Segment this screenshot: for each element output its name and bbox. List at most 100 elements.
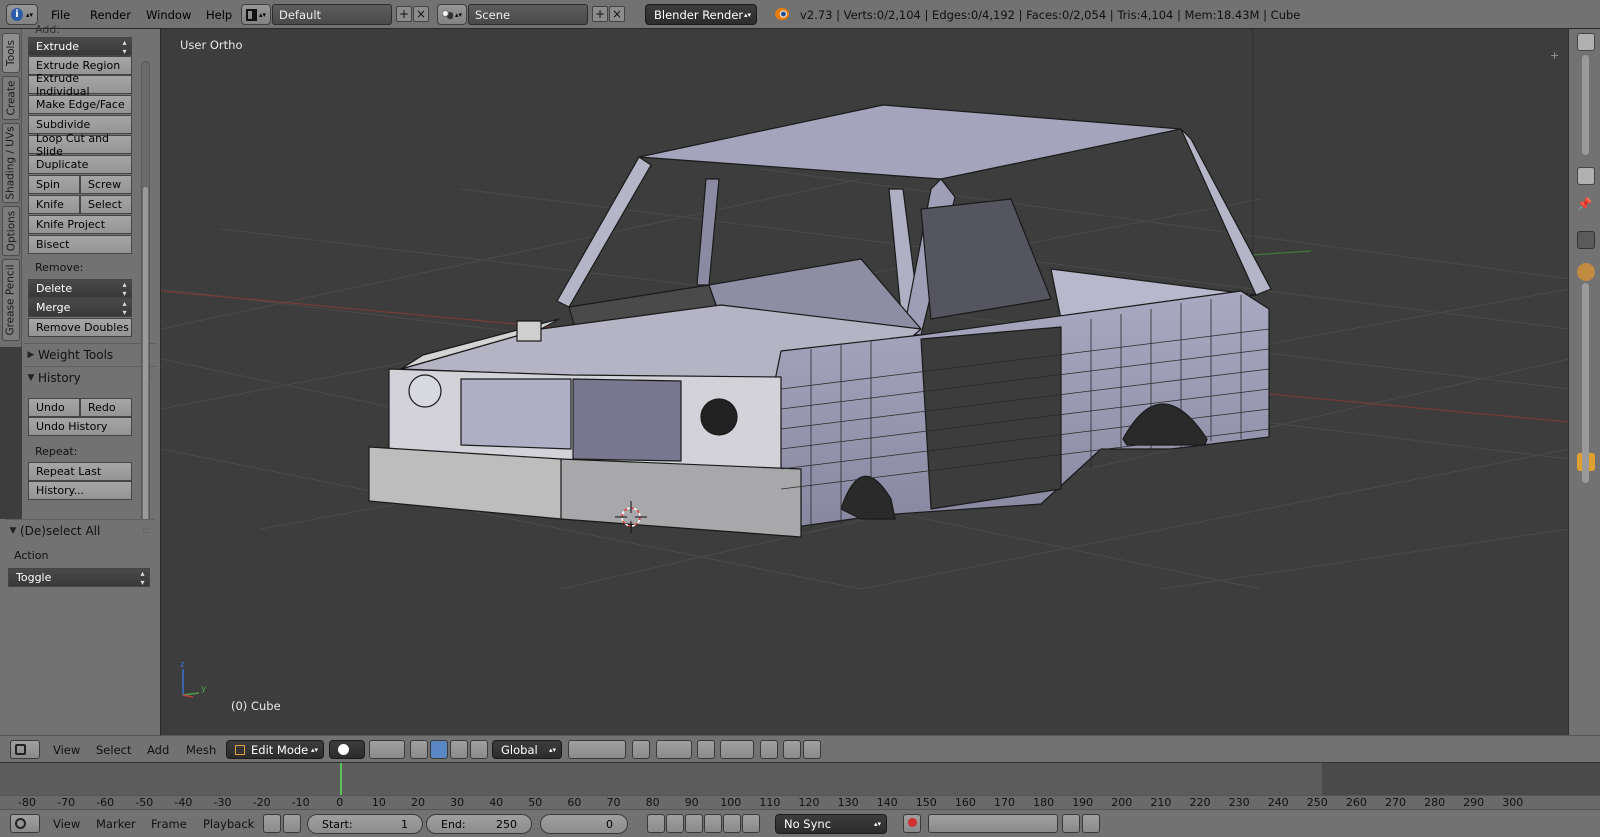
tab-tools[interactable]: Tools (2, 33, 20, 73)
proportional-edit-select[interactable] (656, 740, 692, 759)
remove-doubles-button[interactable]: Remove Doubles (28, 318, 132, 337)
spin-button[interactable]: Spin (28, 175, 80, 194)
snap-toggle-icon[interactable] (697, 740, 715, 759)
play-icon[interactable] (704, 814, 722, 833)
knife-project-button[interactable]: Knife Project (28, 215, 132, 234)
timeline-tick-label: 210 (1150, 796, 1172, 809)
properties-scrollbar-lower[interactable] (1582, 283, 1589, 483)
extrude-menu[interactable]: Extrude (28, 37, 132, 56)
knife-select-button[interactable]: Select (80, 195, 132, 214)
repeat-last-button[interactable]: Repeat Last (28, 462, 132, 481)
editor-type-button[interactable]: i ▴▾ (6, 4, 38, 25)
screw-button[interactable]: Screw (80, 175, 132, 194)
properties-scrollbar[interactable] (1582, 55, 1589, 155)
menu-select[interactable]: Select (96, 736, 131, 764)
menu-view[interactable]: View (53, 810, 80, 837)
sync-select[interactable]: No Sync ▴▾ (775, 814, 887, 834)
record-icon[interactable] (903, 814, 921, 833)
action-select[interactable]: Toggle (8, 568, 150, 587)
render-engine-select[interactable]: Blender Render ▴▾ (645, 4, 757, 25)
jump-next-keyframe-icon[interactable] (723, 814, 741, 833)
end-frame-field[interactable]: End: 250 (426, 814, 532, 834)
menu-marker[interactable]: Marker (96, 810, 136, 837)
redo-button[interactable]: Redo (80, 398, 132, 417)
knife-button[interactable]: Knife (28, 195, 80, 214)
render-image-icon[interactable] (783, 740, 801, 759)
transform-orientation-select[interactable]: Global ▴▾ (492, 740, 562, 759)
properties-editor-icon[interactable] (1577, 167, 1595, 185)
menu-window[interactable]: Window (146, 0, 191, 29)
tab-grease-pencil[interactable]: Grease Pencil (2, 259, 20, 341)
menu-frame[interactable]: Frame (151, 810, 187, 837)
3d-viewport[interactable]: z y User Ortho (0) Cube + (160, 29, 1568, 735)
render-animation-icon[interactable] (803, 740, 821, 759)
menu-add[interactable]: Add (147, 736, 169, 764)
add-layout-icon[interactable]: + (396, 6, 412, 22)
expand-properties-icon[interactable]: + (1550, 50, 1560, 61)
occlude-geometry-icon[interactable] (632, 740, 650, 759)
info-icon: i (11, 8, 23, 21)
duplicate-button[interactable]: Duplicate (28, 155, 132, 174)
weight-tools-panel-header[interactable]: ▶ Weight Tools (24, 343, 156, 365)
history-panel-header[interactable]: ▼ History :::: (24, 366, 156, 388)
tab-shading-uvs[interactable]: Shading / UVs (2, 123, 20, 203)
select-mode-buttons[interactable] (568, 740, 626, 759)
delete-menu[interactable]: Delete (28, 279, 132, 298)
make-edge-face-button[interactable]: Make Edge/Face (28, 95, 132, 114)
viewport-shading-select[interactable] (329, 740, 365, 759)
menu-mesh[interactable]: Mesh (186, 736, 216, 764)
scale-manipulator-icon[interactable] (470, 740, 488, 759)
undo-history-button[interactable]: Undo History (28, 417, 132, 436)
deselect-all-panel-header[interactable]: ▼ (De)select All :::: (6, 519, 154, 541)
menu-render[interactable]: Render (90, 0, 131, 29)
jump-end-icon[interactable] (742, 814, 760, 833)
menu-help[interactable]: Help (206, 0, 232, 29)
jump-start-icon[interactable] (647, 814, 665, 833)
translate-manipulator-icon[interactable] (430, 740, 448, 759)
menu-playback[interactable]: Playback (203, 810, 254, 837)
tab-create[interactable]: Create (2, 76, 20, 120)
current-frame-field[interactable]: 0 (540, 814, 628, 834)
close-layout-icon[interactable]: × (413, 6, 429, 22)
scene-button[interactable]: ▴▾ (437, 4, 467, 25)
timeline[interactable]: -80 -70 -60 -50 -40 -30 -20 -10 0 10 20 30 40 50 60 70 8… (0, 762, 1600, 809)
pivot-point-select[interactable] (369, 740, 405, 759)
close-scene-icon[interactable]: × (609, 6, 625, 22)
scene-name-field[interactable]: Scene (468, 4, 588, 25)
snap-target-icon[interactable] (760, 740, 778, 759)
editor-type-button[interactable] (10, 740, 40, 759)
rotate-manipulator-icon[interactable] (450, 740, 468, 759)
tool-shelf-scrollbar[interactable] (141, 61, 150, 531)
delete-keyframe-icon[interactable] (1082, 814, 1100, 833)
lock-icon[interactable] (283, 814, 301, 833)
outliner-icon[interactable] (1577, 33, 1595, 51)
screen-layout-button[interactable]: ▴▾ (241, 4, 271, 25)
drag-grip-icon[interactable]: :::: (142, 526, 151, 536)
layout-name-field[interactable]: Default (272, 4, 392, 25)
extrude-individual-button[interactable]: Extrude Individual (28, 72, 132, 98)
history-dots-button[interactable]: History... (28, 481, 132, 500)
timeline-ruler[interactable]: -80 -70 -60 -50 -40 -30 -20 -10 0 10 20 30 40 50 60 70 8… (0, 795, 1600, 809)
pin-icon[interactable]: 📌 (1577, 197, 1595, 215)
tab-options[interactable]: Options (2, 206, 20, 256)
timeline-playhead[interactable] (340, 763, 342, 795)
loop-cut-button[interactable]: Loop Cut and Slide (28, 132, 132, 158)
mode-select[interactable]: Edit Mode ▴▾ (226, 740, 324, 759)
editor-type-button[interactable] (10, 814, 40, 833)
jump-prev-keyframe-icon[interactable] (666, 814, 684, 833)
insert-keyframe-icon[interactable] (1062, 814, 1080, 833)
scroll-up-icon[interactable] (1577, 231, 1595, 249)
start-frame-field[interactable]: Start: 1 (307, 814, 423, 834)
keying-set-field[interactable] (928, 814, 1058, 833)
undo-button[interactable]: Undo (28, 398, 80, 417)
play-reverse-icon[interactable] (685, 814, 703, 833)
manipulator-toggle[interactable] (410, 740, 428, 759)
scrollbar-thumb[interactable] (143, 187, 148, 527)
material-icon[interactable] (1577, 263, 1595, 281)
merge-menu[interactable]: Merge (28, 298, 132, 317)
menu-view[interactable]: View (53, 736, 80, 764)
bisect-button[interactable]: Bisect (28, 235, 132, 254)
add-scene-icon[interactable]: + (592, 6, 608, 22)
snap-element-select[interactable] (720, 740, 754, 759)
preview-range-icon[interactable] (263, 814, 281, 833)
